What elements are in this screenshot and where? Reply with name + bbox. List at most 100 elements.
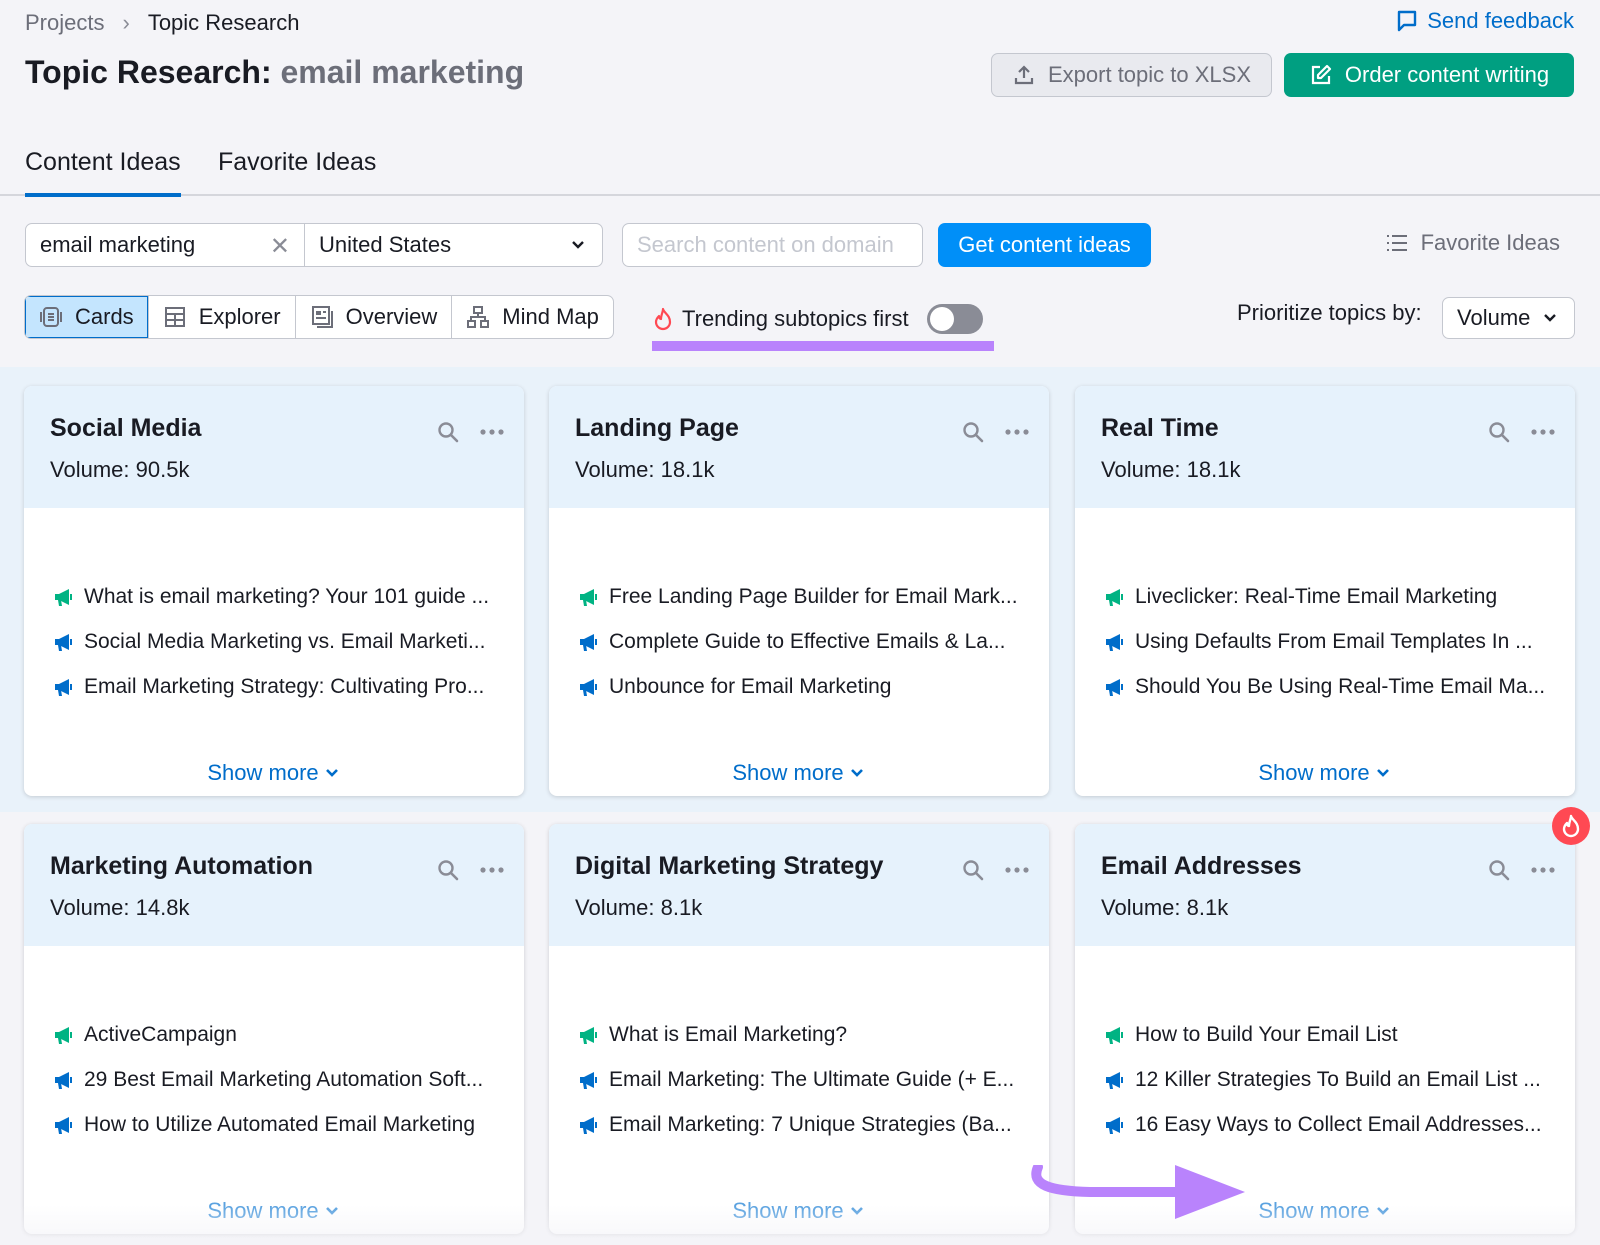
more-options-icon[interactable]: [1529, 420, 1557, 444]
idea-item[interactable]: 16 Easy Ways to Collect Email Addresses.…: [1103, 1102, 1575, 1147]
idea-item[interactable]: Using Defaults From Email Templates In .…: [1103, 619, 1575, 664]
idea-title: Email Marketing Strategy: Cultivating Pr…: [84, 674, 485, 698]
search-icon[interactable]: [1487, 858, 1511, 882]
clear-icon[interactable]: ✕: [270, 232, 290, 261]
show-more-button[interactable]: Show more: [549, 1198, 1049, 1224]
idea-item[interactable]: What is Email Marketing?: [577, 1012, 1049, 1057]
megaphone-icon: [55, 1026, 72, 1044]
chevron-right-icon: ›: [122, 10, 130, 35]
get-content-ideas-button[interactable]: Get content ideas: [938, 223, 1151, 267]
card-title: Marketing Automation: [50, 852, 313, 880]
show-more-label: Show more: [1258, 1198, 1370, 1223]
idea-title: Unbounce for Email Marketing: [609, 674, 892, 698]
more-options-icon[interactable]: [1529, 858, 1557, 882]
keyword-search-group: email marketing ✕ United States: [25, 223, 603, 267]
card-volume: Volume: 8.1k: [575, 895, 1023, 921]
cards-icon: [40, 307, 62, 327]
idea-item[interactable]: Should You Be Using Real-Time Email Ma..…: [1103, 664, 1575, 709]
search-icon[interactable]: [436, 858, 460, 882]
idea-title: Using Defaults From Email Templates In .…: [1135, 629, 1533, 653]
idea-item[interactable]: Liveclicker: Real-Time Email Marketing: [1103, 574, 1575, 619]
idea-title: 29 Best Email Marketing Automation Soft.…: [84, 1067, 484, 1091]
idea-item[interactable]: Free Landing Page Builder for Email Mark…: [577, 574, 1049, 619]
idea-item[interactable]: Email Marketing: 7 Unique Strategies (Ba…: [577, 1102, 1049, 1147]
idea-item[interactable]: 12 Killer Strategies To Build an Email L…: [1103, 1057, 1575, 1102]
search-icon[interactable]: [436, 420, 460, 444]
send-feedback-link[interactable]: Send feedback: [1395, 8, 1574, 34]
more-options-icon[interactable]: [478, 420, 506, 444]
megaphone-icon: [580, 1116, 597, 1134]
megaphone-icon: [55, 1116, 72, 1134]
view-cards-label: Cards: [75, 304, 134, 329]
idea-title: Email Marketing: 7 Unique Strategies (Ba…: [609, 1112, 1012, 1136]
idea-title: How to Utilize Automated Email Marketing: [84, 1112, 475, 1136]
prioritize-value: Volume: [1457, 305, 1531, 330]
idea-item[interactable]: How to Build Your Email List: [1103, 1012, 1575, 1057]
order-content-writing-button[interactable]: Order content writing: [1284, 53, 1574, 97]
ideas-list: ActiveCampaign 29 Best Email Marketing Au…: [24, 946, 524, 1147]
breadcrumb-current: Topic Research: [147, 10, 300, 35]
show-more-button[interactable]: Show more: [1075, 760, 1575, 786]
view-mindmap-label: Mind Map: [502, 304, 599, 329]
card-volume: Volume: 18.1k: [575, 457, 1023, 483]
send-feedback-label: Send feedback: [1427, 8, 1574, 33]
view-cards-button[interactable]: Cards: [25, 296, 149, 338]
search-icon[interactable]: [1487, 420, 1511, 444]
card-header: Real Time Volume: 18.1k: [1075, 386, 1575, 508]
show-more-button[interactable]: Show more: [1075, 1198, 1575, 1224]
trending-toggle[interactable]: [926, 304, 983, 334]
volume-label: Volume:: [50, 895, 130, 920]
card-title: Social Media: [50, 414, 202, 442]
megaphone-icon: [55, 1071, 72, 1089]
more-options-icon[interactable]: [1003, 858, 1031, 882]
tab-content-ideas[interactable]: Content Ideas: [25, 148, 181, 197]
idea-item[interactable]: ActiveCampaign: [52, 1012, 524, 1057]
more-options-icon[interactable]: [1003, 420, 1031, 444]
show-more-label: Show more: [732, 1198, 844, 1223]
view-explorer-button[interactable]: Explorer: [149, 296, 296, 338]
favorite-ideas-link[interactable]: Favorite Ideas: [1385, 230, 1560, 256]
keyword-input[interactable]: email marketing ✕: [26, 224, 305, 266]
view-overview-button[interactable]: Overview: [296, 296, 453, 338]
show-more-button[interactable]: Show more: [549, 760, 1049, 786]
idea-item[interactable]: Email Marketing Strategy: Cultivating Pr…: [52, 664, 524, 709]
idea-item[interactable]: How to Utilize Automated Email Marketing: [52, 1102, 524, 1147]
tab-bar: Content Ideas Favorite Ideas: [0, 130, 1600, 197]
idea-item[interactable]: Social Media Marketing vs. Email Marketi…: [52, 619, 524, 664]
card-title: Real Time: [1101, 414, 1219, 442]
ideas-list: What is Email Marketing? Email Marketing:…: [549, 946, 1049, 1147]
card-header: Marketing Automation Volume: 14.8k: [24, 824, 524, 946]
domain-search-input[interactable]: [622, 223, 923, 267]
view-mindmap-button[interactable]: Mind Map: [452, 296, 613, 338]
idea-title: Should You Be Using Real-Time Email Ma..…: [1135, 674, 1546, 698]
show-more-label: Show more: [207, 760, 319, 785]
export-xlsx-button[interactable]: Export topic to XLSX: [991, 53, 1272, 97]
tab-favorite-ideas[interactable]: Favorite Ideas: [218, 148, 376, 193]
idea-title: Social Media Marketing vs. Email Marketi…: [84, 629, 486, 653]
idea-title: Free Landing Page Builder for Email Mark…: [609, 584, 1018, 608]
megaphone-icon: [580, 1026, 597, 1044]
chevron-down-icon: [325, 769, 338, 777]
idea-item[interactable]: Email Marketing: The Ultimate Guide (+ E…: [577, 1057, 1049, 1102]
show-more-label: Show more: [732, 760, 844, 785]
idea-item[interactable]: What is email marketing? Your 101 guide …: [52, 574, 524, 619]
volume-value: 8.1k: [660, 895, 703, 920]
show-more-label: Show more: [1258, 760, 1370, 785]
country-select[interactable]: United States: [305, 224, 602, 266]
toggle-knob: [929, 307, 954, 331]
search-icon[interactable]: [961, 420, 985, 444]
idea-item[interactable]: 29 Best Email Marketing Automation Soft.…: [52, 1057, 524, 1102]
megaphone-icon: [1106, 1026, 1123, 1044]
megaphone-icon: [1106, 678, 1123, 696]
idea-item[interactable]: Complete Guide to Effective Emails & La.…: [577, 619, 1049, 664]
prioritize-select[interactable]: Volume: [1442, 297, 1575, 339]
more-options-icon[interactable]: [478, 858, 506, 882]
idea-title: Liveclicker: Real-Time Email Marketing: [1135, 584, 1498, 608]
show-more-button[interactable]: Show more: [24, 760, 524, 786]
search-icon[interactable]: [961, 858, 985, 882]
breadcrumb-projects[interactable]: Projects: [25, 10, 104, 36]
idea-item[interactable]: Unbounce for Email Marketing: [577, 664, 1049, 709]
favorite-ideas-label: Favorite Ideas: [1420, 230, 1560, 255]
show-more-button[interactable]: Show more: [24, 1198, 524, 1224]
trending-badge: [1552, 807, 1590, 845]
